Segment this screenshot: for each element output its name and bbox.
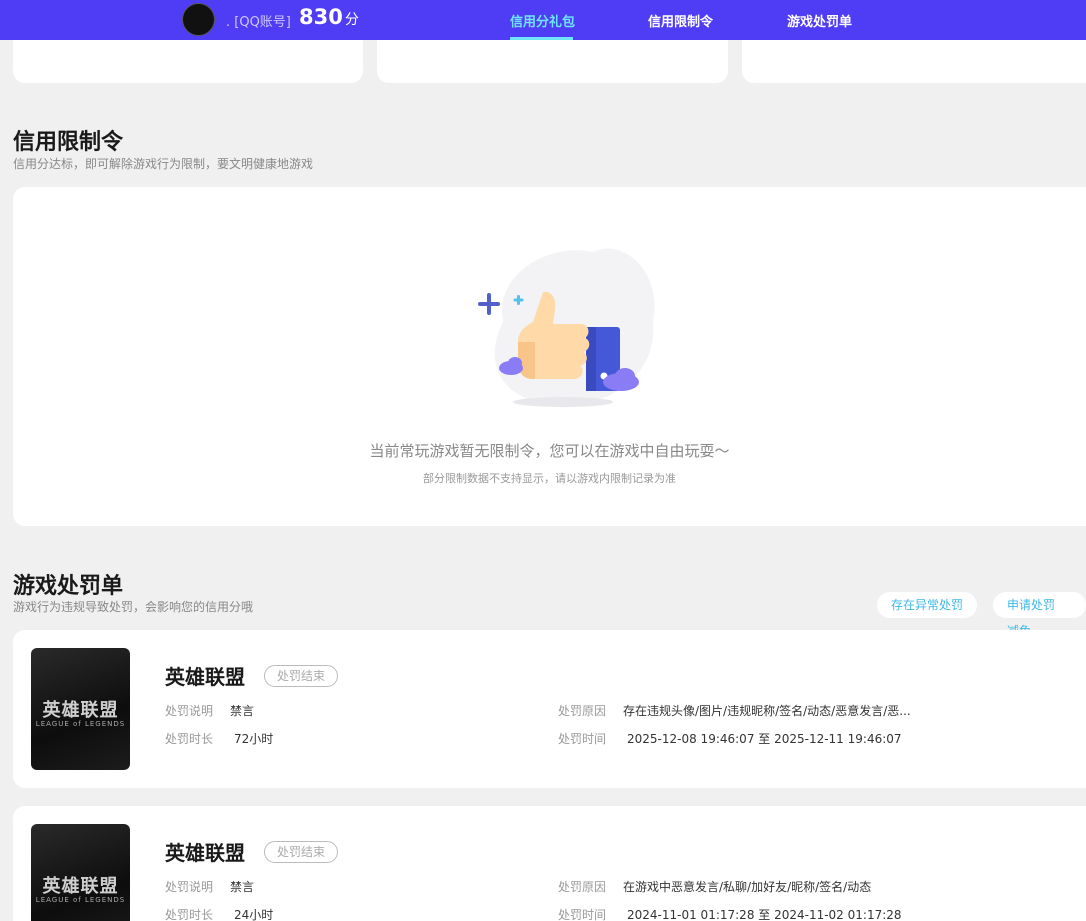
duration-value: 24小时 — [234, 908, 274, 921]
reason-label: 处罚原因 — [558, 704, 607, 718]
cover-subtitle: LEAGUE of LEGENDS — [35, 720, 126, 728]
duration-label: 处罚时长 — [165, 732, 214, 746]
cover-subtitle: LEAGUE of LEGENDS — [35, 896, 126, 904]
game-cover-image: 英雄联盟 LEAGUE of LEGENDS — [31, 824, 130, 921]
status-badge: 处罚结束 — [264, 841, 339, 863]
tab-credit-gift[interactable]: 信用分礼包 — [510, 11, 575, 30]
desc-label: 处罚说明 — [165, 880, 214, 894]
restriction-subtitle: 信用分达标，即可解除游戏行为限制，要文明健康地游戏 — [13, 157, 314, 171]
time-value: 2024-11-01 01:17:28 至 2024-11-02 01:17:2… — [627, 908, 902, 921]
desc-value: 禁言 — [230, 880, 255, 894]
game-name: 英雄联盟 — [165, 665, 245, 689]
game-name: 英雄联盟 — [165, 841, 245, 865]
avatar[interactable] — [182, 3, 215, 36]
tab-game-penalty[interactable]: 游戏处罚单 — [787, 11, 852, 30]
empty-state-text: 当前常玩游戏暂无限制令，您可以在游戏中自由玩耍～ — [369, 442, 730, 460]
cover-title: 英雄联盟 — [42, 876, 119, 897]
reason-value: 在游戏中恶意发言/私聊/加好友/昵称/签名/动态 — [623, 880, 872, 894]
reason-value: 存在违规头像/图片/违规昵称/签名/动态/恶意发言/恶... — [623, 704, 911, 718]
credit-score: 830 分 — [299, 5, 359, 29]
desc-value: 禁言 — [230, 704, 255, 718]
duration-label: 处罚时长 — [165, 908, 214, 921]
status-badge: 处罚结束 — [264, 665, 339, 687]
credit-score-value: 830 — [299, 5, 343, 29]
thumbs-up-icon — [478, 248, 655, 407]
duration-value: 72小时 — [234, 732, 274, 746]
top-header: . [QQ账号] 830 分 信用分礼包 信用限制令 游戏处罚单 — [0, 0, 1086, 40]
desc-label: 处罚说明 — [165, 704, 214, 718]
time-label: 处罚时间 — [558, 908, 607, 921]
account-label: . [QQ账号] — [226, 15, 291, 30]
reason-label: 处罚原因 — [558, 880, 607, 894]
abnormal-penalty-button[interactable]: 存在异常处罚 — [877, 592, 978, 618]
game-cover-image: 英雄联盟 LEAGUE of LEGENDS — [31, 648, 130, 770]
penalty-title: 游戏处罚单 — [13, 574, 124, 599]
time-value: 2025-12-08 19:46:07 至 2025-12-11 19:46:0… — [627, 732, 902, 746]
cover-title: 英雄联盟 — [42, 700, 119, 721]
empty-state-note: 部分限制数据不支持显示，请以游戏内限制记录为准 — [423, 472, 676, 485]
credit-score-unit: 分 — [344, 12, 359, 28]
restriction-card: 当前常玩游戏暂无限制令，您可以在游戏中自由玩耍～ 部分限制数据不支持显示，请以游… — [13, 187, 1086, 526]
penalty-subtitle: 游戏行为违规导致处罚，会影响您的信用分哦 — [13, 600, 254, 614]
restriction-title: 信用限制令 — [13, 130, 124, 155]
active-tab-indicator — [510, 37, 573, 40]
time-label: 处罚时间 — [558, 732, 607, 746]
penalty-reduction-button[interactable]: 申请处罚减免 — [993, 592, 1086, 638]
penalty-card[interactable]: 英雄联盟 LEAGUE of LEGENDS 英雄联盟 处罚结束 处罚说明 禁言… — [13, 630, 1086, 788]
penalty-card[interactable]: 英雄联盟 LEAGUE of LEGENDS 英雄联盟 处罚结束 处罚说明 禁言… — [13, 806, 1086, 921]
tab-credit-restriction[interactable]: 信用限制令 — [648, 11, 713, 30]
